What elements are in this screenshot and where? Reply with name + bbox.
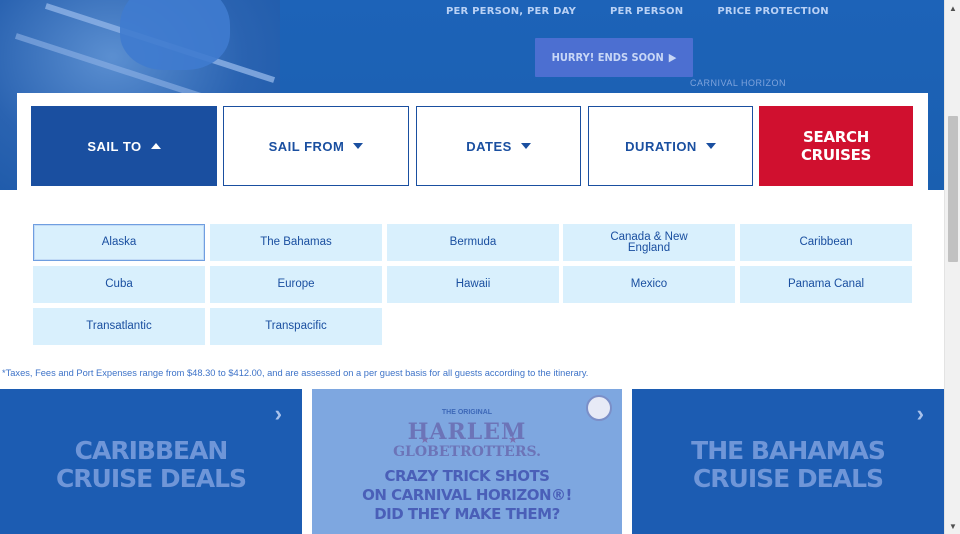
stat-label: PER PERSON, PER DAY (446, 6, 577, 17)
scroll-thumb[interactable] (948, 116, 958, 262)
tab-label: DATES (466, 138, 512, 154)
promo-tile-globetrotters[interactable]: ★ ★ THE ORIGINAL HARLEM GLOBETROTTERS. C… (312, 389, 622, 534)
destination-option[interactable]: Hawaii (387, 266, 559, 303)
promo-brand-bottom: GLOBETROTTERS. (393, 444, 541, 460)
chevron-right-icon: › (916, 401, 924, 426)
destination-option[interactable]: Panama Canal (740, 266, 912, 303)
play-arrow-icon: ▶ (668, 51, 677, 64)
promo-lines: CRAZY TRICK SHOTS ON CARNIVAL HORIZON®! … (362, 467, 572, 523)
tab-label: SAIL FROM (268, 138, 345, 154)
ship-label: CARNIVAL HORIZON (690, 78, 787, 88)
stat-label: PRICE PROTECTION (717, 6, 829, 17)
photo-person (120, 0, 230, 70)
promo-brand-top: HARLEM (407, 419, 527, 445)
page-scrollbar[interactable]: ▲ ▼ (944, 0, 960, 534)
destination-option[interactable]: Transatlantic (33, 308, 205, 345)
tab-dates[interactable]: DATES (416, 106, 581, 186)
promo-org-label: THE ORIGINAL (441, 409, 493, 416)
destination-option[interactable]: The Bahamas (210, 224, 382, 261)
tab-sail-to[interactable]: SAIL TO (31, 106, 217, 186)
triangle-down-icon (353, 143, 364, 149)
destination-option[interactable]: Caribbean (740, 224, 912, 261)
promo-tile-bahamas[interactable]: › THE BAHAMAS CRUISE DEALS (632, 389, 944, 534)
destination-option[interactable]: Alaska (33, 224, 205, 261)
hurry-button[interactable]: HURRY! ENDS SOON ▶ (535, 38, 693, 77)
tab-label: SAIL TO (87, 138, 142, 154)
tab-duration[interactable]: DURATION (588, 106, 753, 186)
hurry-button-label: HURRY! ENDS SOON (551, 51, 664, 64)
hero-stats: PER PERSON, PER DAY PER PERSON PRICE PRO… (446, 6, 829, 17)
destination-option[interactable]: Mexico (563, 266, 735, 303)
basketball-icon (586, 395, 612, 421)
search-button-label: SEARCH CRUISES (800, 128, 872, 164)
triangle-up-icon (150, 143, 161, 149)
triangle-down-icon (705, 143, 716, 149)
destination-option[interactable]: Cuba (33, 266, 205, 303)
promo-tile-caribbean[interactable]: › CARIBBEAN CRUISE DEALS (0, 389, 302, 534)
destination-option[interactable]: Bermuda (387, 224, 559, 261)
tab-sail-from[interactable]: SAIL FROM (223, 106, 409, 186)
scroll-down-arrow-icon[interactable]: ▼ (945, 518, 960, 534)
destination-option[interactable]: Europe (210, 266, 382, 303)
destination-option[interactable]: Transpacific (210, 308, 382, 345)
chevron-right-icon: › (274, 401, 282, 426)
promo-title: CARIBBEAN CRUISE DEALS (55, 436, 247, 493)
stat-label: PER PERSON (610, 6, 684, 17)
promo-tiles: › CARIBBEAN CRUISE DEALS ★ ★ THE ORIGINA… (0, 389, 944, 534)
taxes-note: *Taxes, Fees and Port Expenses range fro… (2, 368, 589, 378)
cruise-search-panel: SAIL TO SAIL FROM DATES DURATION SEARCH … (17, 93, 928, 367)
scroll-up-arrow-icon[interactable]: ▲ (945, 0, 960, 16)
destination-option[interactable]: Canada & New England (563, 224, 735, 261)
tab-label: DURATION (625, 138, 697, 154)
triangle-down-icon (520, 143, 531, 149)
promo-title: THE BAHAMAS CRUISE DEALS (691, 436, 886, 493)
search-cruises-button[interactable]: SEARCH CRUISES (759, 106, 913, 186)
